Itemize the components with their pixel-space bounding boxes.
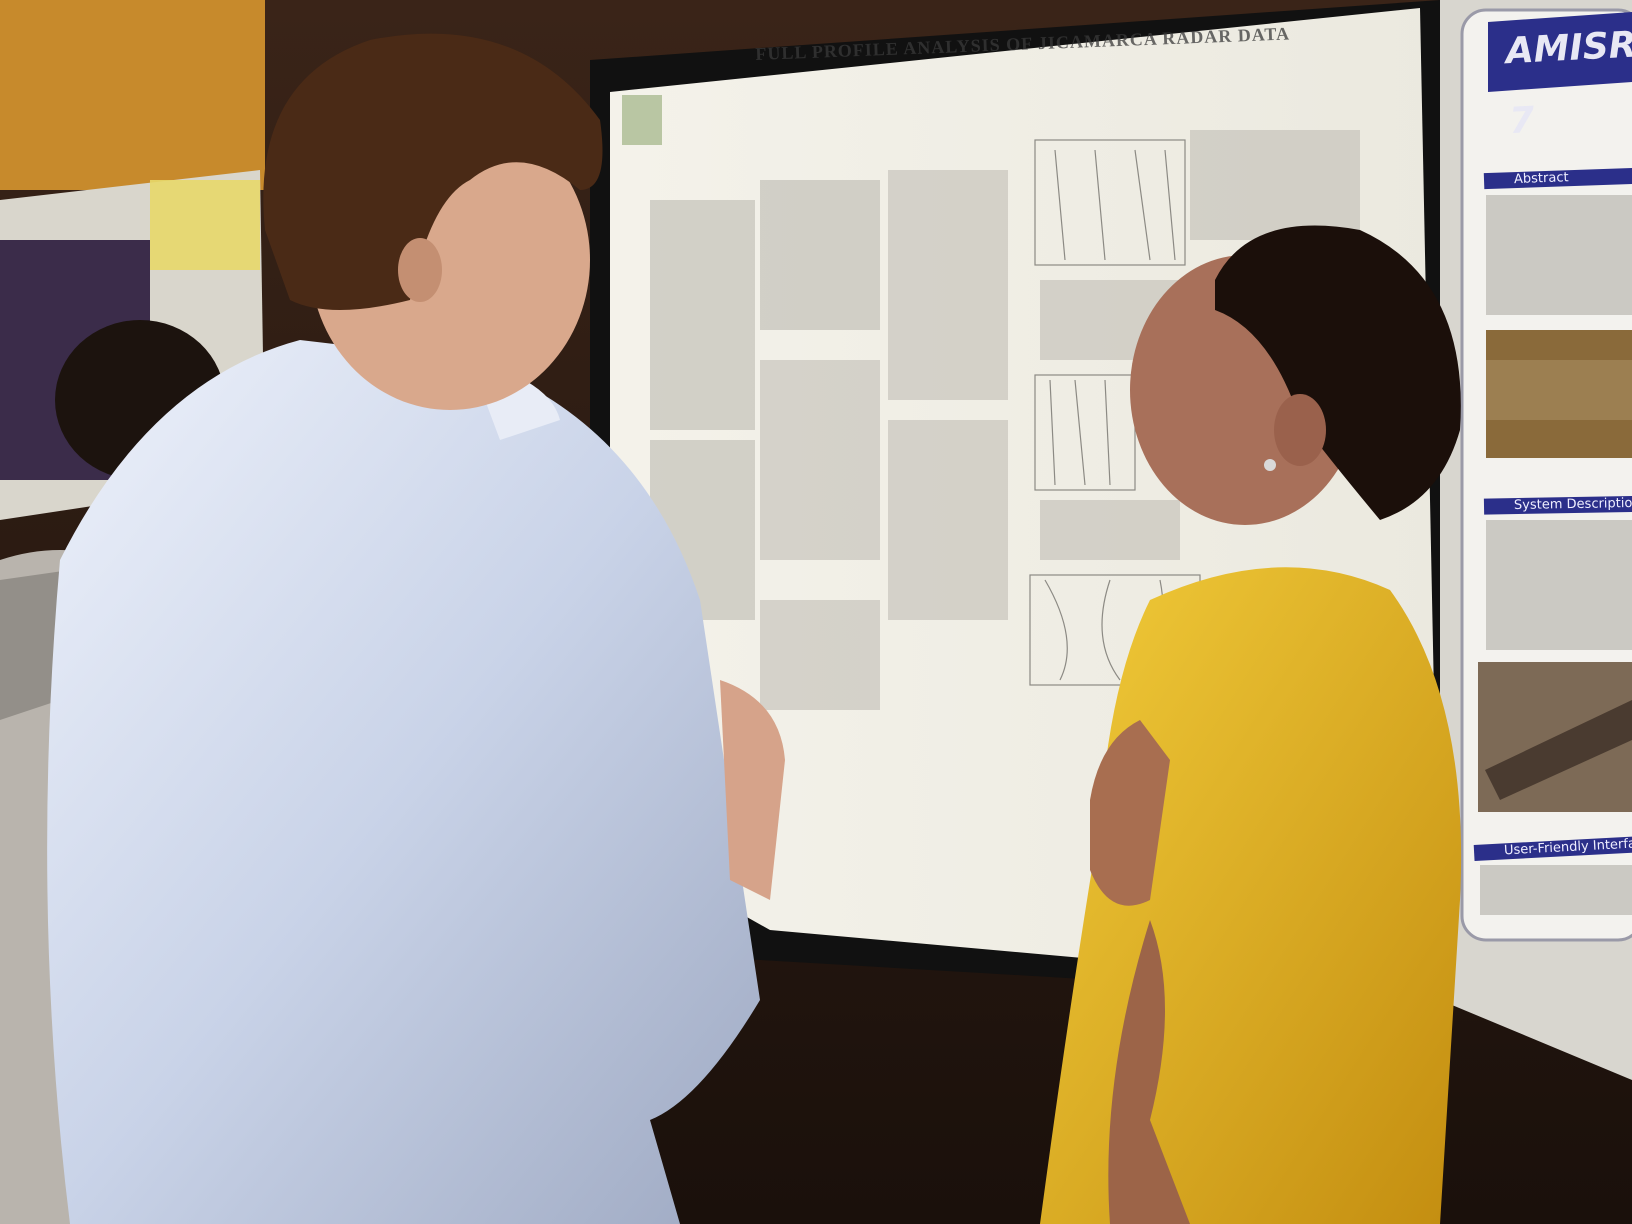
photo-canvas [0,0,1632,1224]
orange-poster [0,0,265,190]
poster-logo [622,95,662,145]
amisr-system-heading: System Description [1483,495,1632,515]
yellow-sticky-section [150,180,260,270]
photo-scene: FULL PROFILE ANALYSIS OF JICAMARCA RADAR… [0,0,1632,1224]
amisr-banner-text: AMISR-7 [1504,23,1632,143]
earring [1264,459,1276,471]
